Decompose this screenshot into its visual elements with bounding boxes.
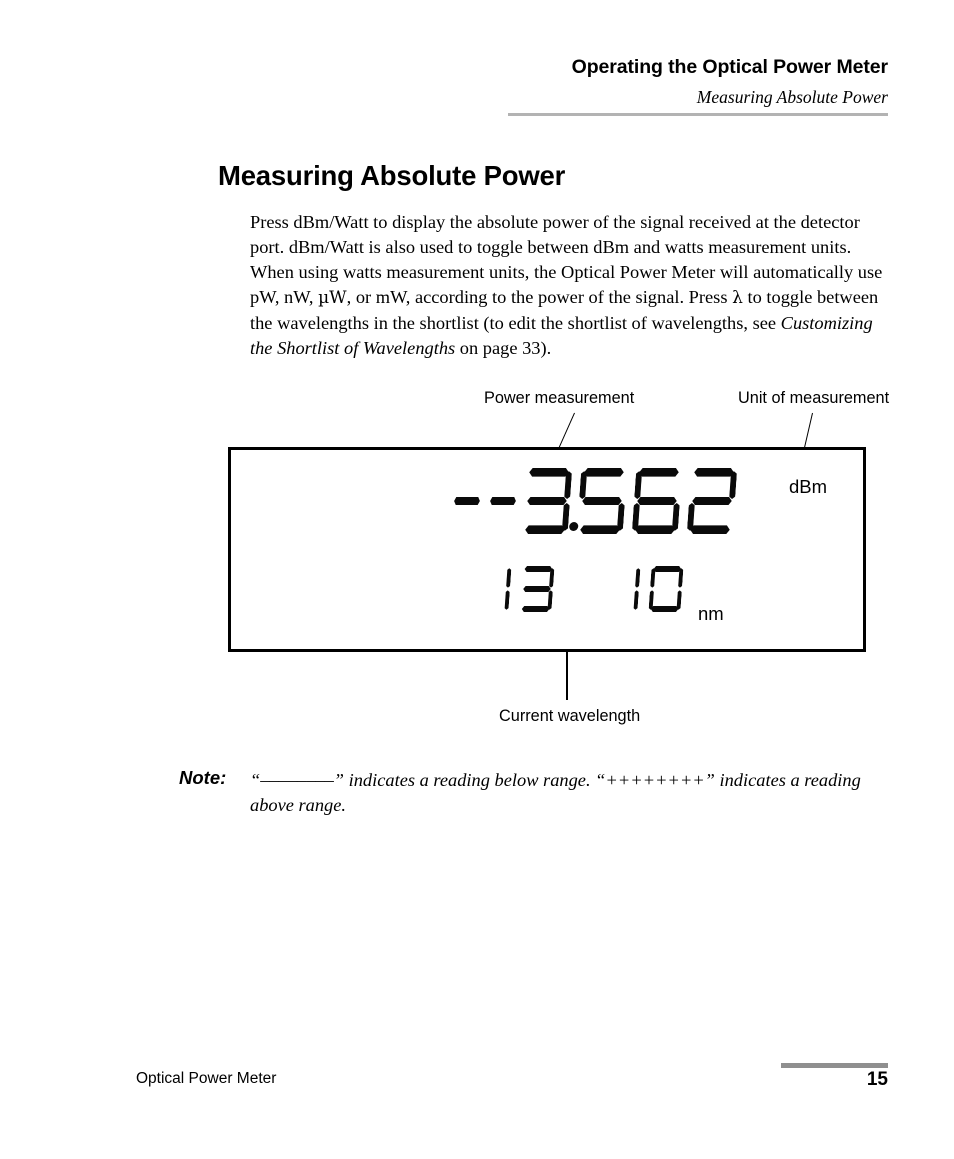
lcd-unit-nm: nm — [698, 603, 724, 624]
callout-label-current-wavelength: Current wavelength — [499, 707, 641, 725]
lcd-wavelength-reading — [478, 566, 693, 612]
lcd-digit-blank — [450, 468, 485, 534]
footer-page-rule — [781, 1063, 888, 1068]
footer-document-title: Optical Power Meter — [136, 1070, 277, 1087]
leader-line-power-measurement — [551, 412, 576, 465]
note-label: Note: — [179, 767, 227, 788]
header-subtitle: Measuring Absolute Power — [696, 87, 888, 107]
lcd-wavelength-digit-3 — [519, 566, 554, 612]
note-text: “––––––––” indicates a reading below ran… — [250, 770, 861, 815]
lcd-wavelength-digit-1b — [605, 566, 640, 612]
leader-line-unit-of-measurement — [799, 412, 814, 468]
page-header: Operating the Optical Power Meter Measur… — [0, 0, 954, 120]
lcd-digit-6 — [632, 468, 683, 534]
paragraph-text-part4: on page 33). — [455, 337, 552, 358]
lcd-power-reading — [452, 468, 744, 534]
lcd-digit-2 — [687, 468, 738, 534]
paragraph-text-part2: , or mW, according to the power of the s… — [346, 287, 733, 308]
page-title: Measuring Absolute Power — [218, 160, 566, 192]
lcd-digit-3 — [522, 468, 579, 534]
lambda-symbol: λ — [732, 288, 743, 309]
lcd-digit-5 — [577, 468, 628, 534]
callout-label-unit-of-measurement: Unit of measurement — [738, 389, 890, 407]
body-paragraph: Press dBm/Watt to display the absolute p… — [250, 210, 890, 360]
footer-page-number: 15 — [866, 1069, 888, 1090]
lcd-wavelength-digit-0 — [648, 566, 683, 612]
header-title: Operating the Optical Power Meter — [571, 56, 888, 78]
lcd-unit-dbm: dBm — [789, 476, 828, 497]
leader-line-current-wavelength — [566, 590, 568, 700]
lcd-wavelength-digit-1 — [476, 566, 511, 612]
lcd-wavelength-digit-blank — [562, 566, 597, 612]
lcd-decimal-point — [568, 522, 579, 531]
callout-label-power-measurement: Power measurement — [484, 389, 635, 407]
lcd-minus-sign — [486, 468, 521, 534]
micro-watt-symbol: µW — [318, 288, 347, 309]
lcd-panel — [228, 447, 866, 652]
header-divider-rule — [508, 113, 888, 116]
